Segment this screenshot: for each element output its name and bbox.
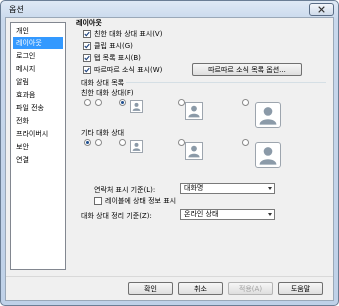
status-message-checkbox[interactable]	[94, 197, 102, 205]
show-clip-option[interactable]: 클립 표시(G)	[83, 41, 133, 51]
others-size-none-radio[interactable]	[84, 139, 91, 146]
favorites-size-label: 친한 대화 상대(F)	[81, 89, 134, 97]
show-favorites-label: 친한 대화 상대 표시(V)	[94, 30, 163, 38]
cancel-button[interactable]: 취소	[178, 282, 223, 295]
favorites-size-xlarge-radio[interactable]	[242, 99, 249, 106]
sort-select[interactable]: 온라인 상태	[180, 209, 275, 220]
favorites-size-medium-radio[interactable]	[119, 99, 126, 106]
ok-button[interactable]: 확인	[128, 282, 173, 295]
favorites-size-large-radio[interactable]	[178, 99, 185, 106]
checkmark-icon	[84, 31, 90, 37]
show-favorites-option[interactable]: 친한 대화 상대 표시(V)	[83, 29, 162, 39]
sort-value: 온라인 상태	[184, 210, 219, 218]
show-clip-label: 클립 표시(G)	[94, 42, 133, 50]
apply-button[interactable]: 적용(A)	[228, 282, 273, 295]
show-news-checkbox[interactable]	[83, 66, 91, 74]
sidebar-item-alerts[interactable]: 알림	[13, 76, 63, 88]
sidebar-item-login[interactable]: 로그인	[13, 50, 63, 62]
avatar-medium-preview	[130, 140, 143, 153]
options-window: 옵션 개인 레이아웃 로그인 메시지 알림 효과음 파일 전송 전화 프라이버시…	[0, 0, 339, 306]
news-list-options-button[interactable]: 따르따르 소식 목록 옵션...	[192, 63, 302, 76]
person-icon	[132, 102, 141, 111]
person-icon	[132, 142, 141, 151]
checkmark-icon	[84, 67, 90, 73]
sidebar-item-sounds[interactable]: 효과음	[13, 89, 63, 101]
close-button[interactable]	[309, 3, 334, 16]
show-news-option[interactable]: 따르따르 소식 표시(W)	[83, 65, 162, 75]
sidebar-item-privacy[interactable]: 프라이버시	[13, 128, 63, 140]
sort-label: 대화 상대 정리 기준(Z):	[81, 212, 152, 220]
sidebar-item-file-transfer[interactable]: 파일 전송	[13, 102, 63, 114]
checkmark-icon	[84, 43, 90, 49]
sidebar-item-personal[interactable]: 개인	[13, 25, 63, 37]
help-button[interactable]: 도움말	[278, 282, 323, 295]
avatar-large-preview	[185, 142, 203, 160]
title-bar[interactable]: 옵션	[1, 1, 338, 18]
show-tabs-checkbox[interactable]	[83, 54, 91, 62]
person-icon	[259, 107, 277, 125]
others-size-medium-radio[interactable]	[119, 139, 126, 146]
favorites-size-small-radio[interactable]	[95, 99, 102, 106]
category-list[interactable]: 개인 레이아웃 로그인 메시지 알림 효과음 파일 전송 전화 프라이버시 보안…	[10, 22, 66, 270]
dialog-body: 개인 레이아웃 로그인 메시지 알림 효과음 파일 전송 전화 프라이버시 보안…	[5, 17, 334, 301]
sidebar-item-phone[interactable]: 전화	[13, 115, 63, 127]
favorites-size-none-radio[interactable]	[84, 99, 91, 106]
sidebar-item-messages[interactable]: 메시지	[13, 63, 63, 75]
person-icon	[259, 147, 277, 165]
group-divider	[126, 82, 326, 83]
avatar-medium-preview	[130, 100, 143, 113]
layout-section-title: 레이아웃	[76, 19, 102, 27]
display-name-label: 연락처 표시 기준(L):	[94, 186, 156, 194]
checkmark-icon	[84, 55, 90, 61]
display-name-select[interactable]: 대화명	[180, 183, 275, 194]
avatar-xlarge-preview	[255, 102, 281, 128]
status-message-label: 레이블에 상태 정보 표시	[105, 197, 177, 205]
show-news-label: 따르따르 소식 표시(W)	[94, 66, 163, 74]
window-title: 옵션	[9, 5, 24, 14]
display-name-value: 대화명	[184, 184, 204, 192]
others-size-large-radio[interactable]	[178, 139, 185, 146]
show-favorites-checkbox[interactable]	[83, 30, 91, 38]
others-size-xlarge-radio[interactable]	[242, 139, 249, 146]
chevron-down-icon	[268, 187, 272, 190]
person-icon	[188, 145, 200, 158]
settings-panel: 레이아웃 친한 대화 상대 표시(V) 클립 표시(G) 탭 목록 표시(B)	[70, 18, 332, 274]
contact-list-title: 대화 상대 목록	[81, 79, 125, 87]
show-clip-checkbox[interactable]	[83, 42, 91, 50]
chevron-down-icon	[268, 213, 272, 216]
person-icon	[188, 105, 200, 118]
sidebar-item-security[interactable]: 보안	[13, 141, 63, 153]
footer-divider	[6, 276, 333, 277]
others-size-label: 기타 대화 상대	[81, 129, 125, 137]
avatar-xlarge-preview	[255, 142, 281, 168]
others-size-small-radio[interactable]	[95, 139, 102, 146]
status-message-option[interactable]: 레이블에 상태 정보 표시	[94, 196, 176, 206]
close-icon	[318, 6, 325, 13]
sidebar-item-layout[interactable]: 레이아웃	[13, 37, 63, 49]
sidebar-item-connection[interactable]: 연결	[13, 154, 63, 166]
show-tabs-label: 탭 목록 표시(B)	[94, 54, 141, 62]
show-tabs-option[interactable]: 탭 목록 표시(B)	[83, 53, 141, 63]
avatar-large-preview	[185, 102, 203, 120]
